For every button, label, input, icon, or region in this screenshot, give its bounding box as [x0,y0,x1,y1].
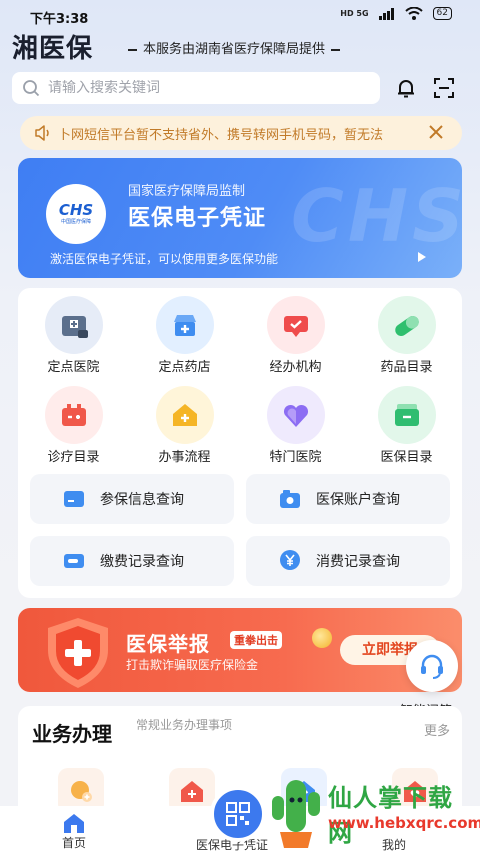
voucher-watermark: CHS [291,174,462,258]
query-enrollment-info[interactable]: 参保信息查询 [30,474,234,524]
voucher-description: 激活医保电子凭证，可以使用更多医保功能 [50,252,279,266]
chs-logo-sub: 中国医疗保障 [60,219,91,225]
status-time: 下午3:38 [30,12,89,27]
status-icons: HD 5G 62 [340,7,452,20]
yuan-bubble-icon [278,549,302,573]
service-label: 诊疗目录 [47,450,100,465]
service-label: 办事流程 [158,450,211,465]
voucher-title: 医保电子凭证 [128,206,267,231]
query-label: 参保信息查询 [100,492,184,508]
service-label: 定点医院 [47,360,100,375]
add-service-icon [71,781,92,802]
wifi-icon [404,7,423,20]
notification-button[interactable] [392,74,420,102]
cactus-logo [272,780,320,848]
business-more-link[interactable]: 更多 [424,720,450,739]
service-drug-catalog[interactable]: 药品目录 [351,296,462,376]
query-account[interactable]: 医保账户查询 [246,474,450,524]
medkit-icon [44,386,103,444]
signal-icon [378,7,394,20]
business-title: 业务办理 [32,722,112,746]
report-description: 打击欺诈骗取医疗保险金 [126,658,259,672]
query-payment-records[interactable]: 缴费记录查询 [30,536,234,586]
pill-icon [377,296,436,354]
battery-indicator: 62 [432,7,452,20]
nav-home[interactable]: 首页 [62,812,86,851]
close-icon [429,125,443,139]
coin-icon [312,628,332,648]
bell-icon [398,80,414,98]
service-workflow[interactable]: 办事流程 [129,386,240,466]
notice-text: 卜网短信平台暂不支持省外、携号转网手机号码，暂无法 [58,127,384,143]
query-label: 医保账户查询 [316,492,400,508]
qr-code-button[interactable] [210,786,266,842]
payment-card-icon [62,549,86,573]
service-label: 医保目录 [380,450,433,465]
notice-close-button[interactable] [428,124,444,144]
network-label: HD 5G [340,9,369,18]
app-header: 湘医保 本服务由湖南省医疗保障局提供 [0,26,480,66]
query-label: 消费记录查询 [316,554,400,570]
qr-code-icon [226,802,250,826]
heart-icon [266,386,325,444]
shield-icon [48,618,108,688]
quick-query-grid: 参保信息查询 医保账户查询 缴费记录查询 消费记录查询 [30,474,450,586]
search-bar[interactable] [12,72,380,104]
service-grid: 定点医院 定点药店 经办机构 药品目录 诊疗目录 办事流程 特门医院 医保目录 [18,296,462,466]
play-arrow-icon [418,252,426,262]
app-subtitle: 本服务由湖南省医疗保障局提供 [122,38,346,57]
service-label: 药品目录 [380,360,433,375]
chs-logo-text: CHS [58,201,94,219]
watermark-text: 仙人掌下载网 [328,784,453,847]
headset-icon [421,654,443,679]
scan-button[interactable] [430,74,458,102]
search-input[interactable] [48,80,348,96]
workflow-icon [155,386,214,444]
app-title: 湘医保 [12,34,94,64]
nav-home-label: 首页 [62,836,87,850]
service-label: 定点药店 [158,360,211,375]
report-badge: 重拳出击 [230,631,282,649]
report-title: 医保举报 [126,632,210,656]
status-bar: 下午3:38 HD 5G 62 [0,0,480,27]
hospital-icon [44,296,103,354]
site-watermark: 仙人掌下载网 www.hebxqrc.com [266,770,480,850]
camera-account-icon [278,487,302,511]
service-agency[interactable]: 经办机构 [240,296,351,376]
query-label: 缴费记录查询 [100,554,184,570]
speaker-icon [35,125,49,141]
house-plus-icon [181,781,204,802]
smart-qa-button[interactable] [406,640,458,692]
service-treatment-catalog[interactable]: 诊疗目录 [18,386,129,466]
card-info-icon [62,487,86,511]
query-consumption-records[interactable]: 消费记录查询 [246,536,450,586]
agency-icon [266,296,325,354]
service-pharmacy[interactable]: 定点药店 [129,296,240,376]
service-label: 经办机构 [269,360,322,375]
business-subtitle: 常规业务办理事项 [136,718,233,732]
service-insurance-catalog[interactable]: 医保目录 [351,386,462,466]
home-icon [64,814,84,833]
service-special-hospital[interactable]: 特门医院 [240,386,351,466]
scan-icon [434,78,454,98]
watermark-url: www.hebxqrc.com [328,814,480,832]
service-hospital[interactable]: 定点医院 [18,296,129,376]
pharmacy-icon [155,296,214,354]
notice-banner: 卜网短信平台暂不支持省外、携号转网手机号码，暂无法 [20,116,462,150]
services-panel: 定点医院 定点药店 经办机构 药品目录 诊疗目录 办事流程 特门医院 医保目录 … [18,288,462,598]
service-label: 特门医院 [269,450,322,465]
voucher-supervisor: 国家医疗保障局监制 [128,184,246,199]
report-banner[interactable]: 医保举报 重拳出击 打击欺诈骗取医疗保险金 立即举报 [18,608,462,692]
wallet-icon [377,386,436,444]
e-voucher-card[interactable]: CHS CHS 中国医疗保障 国家医疗保障局监制 医保电子凭证 激活医保电子凭证… [18,158,462,278]
chs-logo: CHS 中国医疗保障 [46,184,106,244]
search-icon [23,80,40,97]
